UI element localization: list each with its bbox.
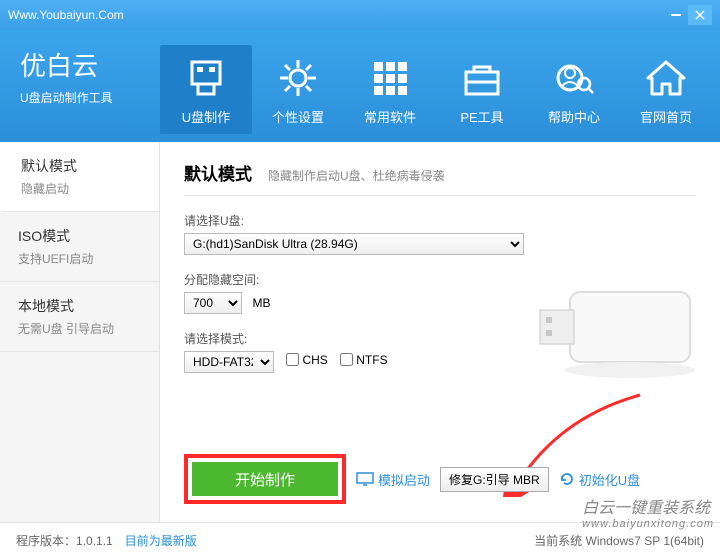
- init-button[interactable]: 初始化U盘: [559, 470, 640, 489]
- main: 默认模式 隐藏启动 ISO模式 支持UEFI启动 本地模式 无需U盘 引导启动 …: [0, 142, 720, 522]
- brand: 优白云 U盘启动制作工具: [0, 30, 160, 142]
- nav-software[interactable]: 常用软件: [344, 45, 436, 134]
- repair-button[interactable]: 修复G:引导 MBR: [440, 467, 549, 492]
- apps-icon: [344, 53, 436, 103]
- fsmode-select[interactable]: HDD-FAT32: [184, 351, 274, 373]
- action-bar: 开始制作 模拟启动 修复G:引导 MBR 初始化U盘: [184, 454, 700, 504]
- toolbox-icon: [436, 53, 528, 103]
- toolbar: U盘制作 个性设置 常用软件 PE工具 帮助中心: [160, 30, 712, 142]
- mode-title: 默认模式: [184, 160, 252, 185]
- simulate-button[interactable]: 模拟启动: [356, 470, 430, 489]
- nav-settings[interactable]: 个性设置: [252, 45, 344, 134]
- titlebar-url: Www.Youbaiyun.Com: [8, 8, 664, 22]
- minimize-button[interactable]: [664, 5, 688, 25]
- nav-usb-make[interactable]: U盘制作: [160, 45, 252, 134]
- mode-desc: 隐藏制作启动U盘、杜绝病毒侵袭: [268, 167, 445, 184]
- nav-help[interactable]: 帮助中心: [528, 45, 620, 134]
- help-icon: [528, 53, 620, 103]
- version-label: 程序版本：1.0.1.1: [16, 532, 113, 549]
- sidebar-item-iso[interactable]: ISO模式 支持UEFI启动: [0, 212, 159, 282]
- usb-select[interactable]: G:(hd1)SanDisk Ultra (28.94G): [184, 233, 524, 255]
- close-button[interactable]: [688, 5, 712, 25]
- titlebar: Www.Youbaiyun.Com: [0, 0, 720, 30]
- start-button[interactable]: 开始制作: [192, 462, 338, 496]
- mode-header: 默认模式 隐藏制作启动U盘、杜绝病毒侵袭: [184, 160, 696, 196]
- content: 默认模式 隐藏制作启动U盘、杜绝病毒侵袭 请选择U盘: G:(hd1)SanDi…: [160, 142, 720, 522]
- nav-home[interactable]: 官网首页: [620, 45, 712, 134]
- ntfs-checkbox[interactable]: NTFS: [340, 353, 387, 367]
- monitor-icon: [356, 472, 374, 486]
- sidebar-item-default[interactable]: 默认模式 隐藏启动: [0, 142, 159, 212]
- usb-select-label: 请选择U盘:: [184, 212, 696, 229]
- alloc-unit: MB: [252, 296, 270, 310]
- alloc-select[interactable]: 700: [184, 292, 242, 314]
- highlight-box: 开始制作: [184, 454, 346, 504]
- footer: 程序版本：1.0.1.1 目前为最新版 当前系统 Windows7 SP 1(6…: [0, 522, 720, 558]
- chs-checkbox[interactable]: CHS: [286, 353, 327, 367]
- refresh-icon: [559, 472, 575, 486]
- home-icon: [620, 53, 712, 103]
- sidebar: 默认模式 隐藏启动 ISO模式 支持UEFI启动 本地模式 无需U盘 引导启动: [0, 142, 160, 522]
- brand-sub: U盘启动制作工具: [20, 89, 160, 106]
- os-info: 当前系统 Windows7 SP 1(64bit): [534, 532, 704, 549]
- usb-icon: [160, 53, 252, 103]
- usb-illustration: [520, 272, 700, 397]
- sidebar-item-local[interactable]: 本地模式 无需U盘 引导启动: [0, 282, 159, 352]
- nav-pe-tools[interactable]: PE工具: [436, 45, 528, 134]
- brand-title: 优白云: [20, 46, 160, 83]
- gear-icon: [252, 53, 344, 103]
- latest-badge: 目前为最新版: [125, 532, 197, 549]
- header: 优白云 U盘启动制作工具 U盘制作 个性设置 常用软件 PE工具: [0, 30, 720, 142]
